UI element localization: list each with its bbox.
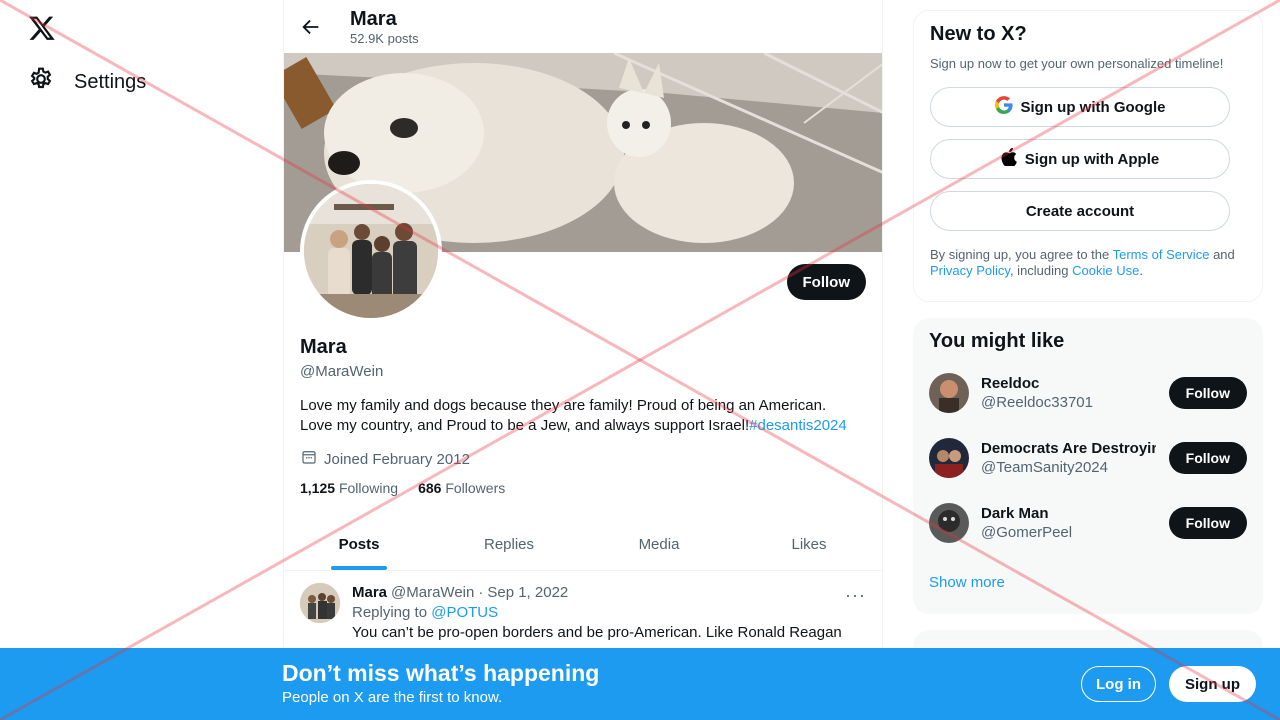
joined-text: Joined February 2012 [324, 450, 470, 468]
suggested-user[interactable]: Democrats Are Destroying @TeamSanity2024… [929, 432, 1247, 483]
signup-prompt-bar: Don’t miss what’s happening People on X … [0, 648, 1280, 720]
sign-up-button[interactable]: Sign up [1169, 666, 1256, 702]
tweet-date[interactable]: Sep 1, 2022 [487, 583, 568, 603]
profile-avatar[interactable] [300, 180, 442, 322]
following-link[interactable]: 1,125 Following [300, 480, 398, 496]
suggested-user[interactable]: Dark Man @GomerPeel Follow [929, 497, 1247, 548]
create-account-button[interactable]: Create account [930, 191, 1230, 231]
profile-column: Mara 52.9K posts Follow Mara @MaraWein L… [283, 0, 883, 720]
sign-up-google-button[interactable]: Sign up with Google [930, 87, 1230, 127]
user-name: Democrats Are Destroying [981, 439, 1156, 457]
suggested-user[interactable]: Reeldoc @Reeldoc33701 Follow [929, 367, 1247, 418]
calendar-icon [300, 448, 318, 470]
user-name: Dark Man [981, 504, 1049, 522]
tweet-replying-to: Replying to @POTUS [352, 603, 868, 623]
tab-media[interactable]: Media [584, 518, 734, 570]
prompt-subtitle: People on X are the first to know. [282, 689, 503, 706]
x-logo-icon[interactable] [28, 14, 56, 42]
legal-text-4: . [1139, 263, 1143, 278]
following-count: 1,125 [300, 480, 336, 496]
profile-tabs: Posts Replies Media Likes [284, 518, 882, 571]
terms-of-service-link[interactable]: Terms of Service [1113, 247, 1210, 262]
followers-count: 686 [418, 480, 442, 496]
show-more-link[interactable]: Show more [929, 574, 1247, 591]
apple-icon [1001, 147, 1017, 170]
you-might-like-title: You might like [929, 330, 1065, 352]
followers-link[interactable]: 686 Followers [418, 480, 505, 496]
follow-stats: 1,125 Following 686 Followers [300, 480, 868, 496]
follow-user-button[interactable]: Follow [1168, 376, 1247, 409]
new-to-x-card: New to X? Sign up now to get your own pe… [913, 10, 1263, 302]
user-name: Reeldoc [981, 374, 1040, 392]
left-nav: Settings [0, 0, 283, 720]
replying-handle-link[interactable]: @POTUS [431, 604, 498, 621]
nav-settings-label: Settings [74, 70, 147, 93]
back-arrow-icon[interactable] [300, 16, 322, 38]
header-name: Mara [350, 8, 397, 30]
profile-bio: Love my family and dogs because they are… [300, 396, 868, 436]
tweet-header: Mara @MaraWein · Sep 1, 2022 [352, 583, 868, 603]
joined-date: Joined February 2012 [300, 448, 868, 470]
legal-text-3: , including [1009, 263, 1069, 278]
bio-line-1: Love my family and dogs because they are… [300, 397, 827, 414]
log-in-button[interactable]: Log in [1081, 666, 1156, 702]
user-avatar[interactable] [929, 372, 969, 413]
user-handle: @TeamSanity2024 [981, 458, 1108, 476]
tweet-avatar[interactable] [300, 583, 340, 623]
gear-icon [28, 66, 54, 98]
sign-up-apple-label: Sign up with Apple [1024, 150, 1160, 168]
bio-hashtag-link[interactable]: #desantis2024 [749, 417, 847, 434]
profile-handle: @MaraWein [300, 363, 384, 380]
profile-header-bar: Mara 52.9K posts [284, 0, 882, 53]
bio-line-2: Love my country, and Proud to be a Jew, … [300, 416, 868, 436]
sign-up-google-label: Sign up with Google [1020, 98, 1166, 116]
tweet-author-handle[interactable]: @MaraWein [391, 583, 474, 603]
legal-text-2: and [1213, 247, 1235, 262]
new-to-x-title: New to X? [930, 23, 1027, 45]
new-to-x-subtitle: Sign up now to get your own personalized… [930, 56, 1224, 71]
tweet-separator: · [478, 584, 484, 601]
sign-up-apple-button[interactable]: Sign up with Apple [930, 139, 1230, 179]
prompt-title: Don’t miss what’s happening [282, 660, 600, 686]
tweet[interactable]: Mara @MaraWein · Sep 1, 2022 Replying to… [284, 571, 882, 655]
privacy-policy-link[interactable]: Privacy Policy [930, 263, 1010, 278]
tab-likes[interactable]: Likes [734, 518, 882, 570]
user-handle: @GomerPeel [981, 523, 1073, 541]
follow-user-button[interactable]: Follow [1168, 441, 1247, 474]
signup-legal-text: By signing up, you agree to the Terms of… [930, 247, 1246, 279]
profile-name: Mara [300, 336, 347, 358]
user-avatar[interactable] [929, 502, 969, 543]
cookie-use-link[interactable]: Cookie Use [1072, 263, 1139, 278]
legal-text-1: By signing up, you agree to the [930, 247, 1110, 262]
user-handle: @Reeldoc33701 [981, 393, 1093, 411]
tab-replies[interactable]: Replies [434, 518, 584, 570]
replying-prefix: Replying to [352, 604, 428, 621]
follow-button[interactable]: Follow [786, 264, 866, 300]
tab-posts[interactable]: Posts [284, 518, 434, 570]
bio-line-2-text: Love my country, and Proud to be a Jew, … [300, 417, 750, 434]
you-might-like-card: You might like Reeldoc @Reeldoc33701 Fol… [913, 318, 1263, 614]
header-post-count: 52.9K posts [350, 31, 419, 46]
user-avatar[interactable] [929, 437, 969, 478]
tweet-author-name[interactable]: Mara [352, 583, 387, 603]
following-label: Following [338, 480, 399, 496]
followers-label: Followers [445, 480, 506, 496]
nav-settings[interactable]: Settings [28, 66, 146, 98]
tweet-text: You can’t be pro-open borders and be pro… [352, 624, 842, 641]
follow-user-button[interactable]: Follow [1168, 506, 1247, 539]
google-icon [994, 96, 1013, 118]
profile-info: Mara @MaraWein Love my family and dogs b… [300, 336, 868, 496]
more-options-icon[interactable]: ··· [845, 585, 866, 606]
